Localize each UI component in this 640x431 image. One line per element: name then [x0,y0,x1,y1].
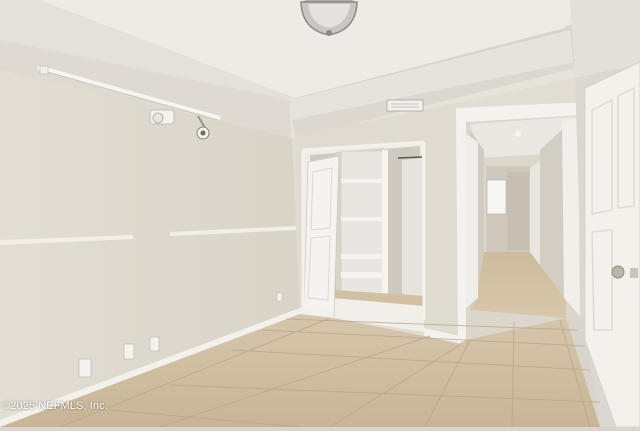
wall-outlet [149,336,160,352]
closet-shelves [340,150,388,304]
photo-watermark: ©2025 NEFMLS, Inc. [2,400,108,412]
closet-door[interactable] [303,155,340,317]
wall-outlet [78,358,92,378]
wall-outlet [276,292,283,302]
hall-door[interactable] [466,134,478,308]
room-photo [0,0,640,428]
wall-outlet [123,343,135,360]
hallway-window [486,179,507,215]
closet [301,140,426,332]
door-knob[interactable] [611,265,625,279]
air-vent [386,99,424,112]
hallway-doorway [456,102,588,344]
